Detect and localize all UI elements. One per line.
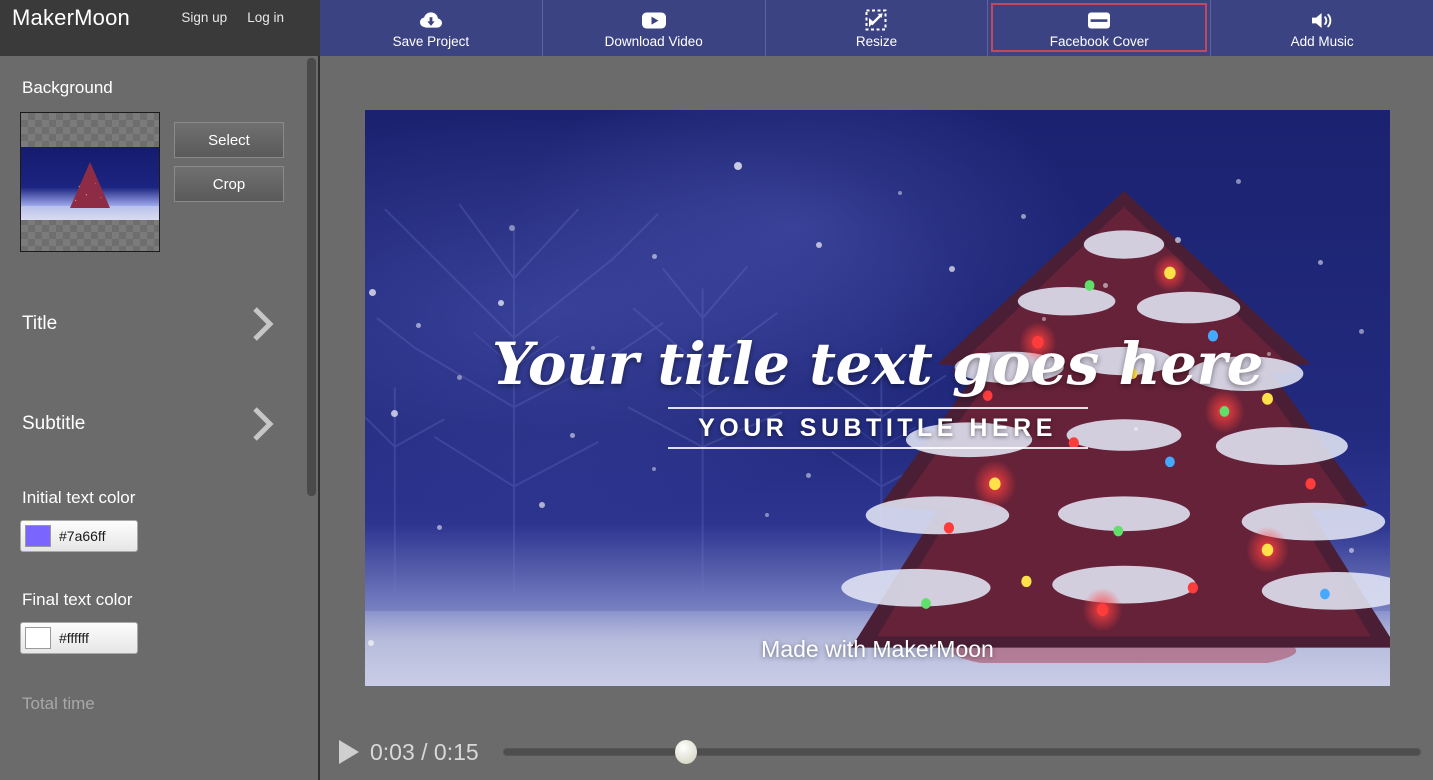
speaker-volume-icon — [1309, 9, 1335, 31]
seek-bar[interactable] — [502, 739, 1421, 765]
player-controls: 0:03 / 0:15 — [322, 724, 1433, 780]
sign-up-link[interactable]: Sign up — [181, 10, 227, 25]
sidebar-scrollbar-thumb[interactable] — [307, 58, 316, 496]
chevron-right-icon — [250, 304, 276, 344]
toolbar-label-save-project: Save Project — [392, 34, 470, 49]
seek-thumb[interactable] — [675, 740, 698, 764]
toolbar-item-facebook-cover[interactable]: Facebook Cover — [988, 0, 1212, 56]
brand-bar: MakerMoon Sign up Log in — [0, 0, 320, 56]
toolbar-label-resize: Resize — [855, 34, 898, 49]
final-text-color-label: Final text color — [22, 590, 133, 609]
sidebar-row-subtitle[interactable]: Subtitle — [22, 394, 276, 454]
time-display: 0:03 / 0:15 — [370, 738, 479, 765]
youtube-play-icon — [641, 9, 667, 31]
play-button[interactable] — [336, 738, 362, 766]
final-color-swatch[interactable] — [25, 627, 51, 649]
sidebar-label-title: Title — [22, 313, 58, 334]
crop-background-button[interactable]: Crop — [174, 166, 284, 202]
toolbar-item-resize[interactable]: Resize — [766, 0, 989, 56]
settings-sidebar: Background Select Crop Title Subtitle In… — [0, 56, 320, 780]
toolbar-label-add-music: Add Music — [1290, 34, 1354, 49]
select-background-button[interactable]: Select — [174, 122, 284, 158]
seek-track[interactable] — [502, 748, 1421, 756]
total-time-label: Total time — [22, 694, 95, 713]
sidebar-scrollbar[interactable] — [307, 56, 316, 780]
toolbar-item-add-music[interactable]: Add Music — [1211, 0, 1433, 56]
toolbar-label-download-video: Download Video — [604, 34, 703, 49]
preview-area: Your title text goes here YOUR SUBTITLE … — [322, 56, 1433, 780]
initial-color-swatch[interactable] — [25, 525, 51, 547]
video-preview-canvas[interactable]: Your title text goes here YOUR SUBTITLE … — [365, 110, 1390, 686]
sidebar-divider — [318, 56, 320, 780]
sidebar-label-subtitle: Subtitle — [22, 413, 86, 434]
initial-text-color-field[interactable]: #7a66ff — [20, 520, 138, 552]
final-text-color-field[interactable]: #ffffff — [20, 622, 138, 654]
sidebar-content: Background Select Crop Title Subtitle In… — [0, 78, 320, 714]
main-toolbar: Save Project Download Video Resize Faceb… — [320, 0, 1433, 56]
log-in-link[interactable]: Log in — [247, 10, 284, 25]
christmas-tree-image — [840, 190, 1390, 663]
background-controls-row: Select Crop — [20, 112, 320, 252]
resize-arrow-icon — [865, 9, 887, 31]
thumbnail-snow-ground — [21, 206, 159, 220]
toolbar-item-save-project[interactable]: Save Project — [320, 0, 543, 56]
toolbar-label-facebook-cover: Facebook Cover — [1049, 34, 1149, 49]
background-thumbnail-image — [21, 147, 159, 220]
app-root: MakerMoon Sign up Log in Save Project Do… — [0, 0, 1433, 780]
background-section-heading: Background — [22, 78, 113, 97]
background-thumbnail[interactable] — [20, 112, 160, 252]
initial-color-value: #7a66ff — [59, 528, 106, 544]
cover-layout-icon — [1087, 9, 1111, 31]
toolbar-item-download-video[interactable]: Download Video — [543, 0, 766, 56]
chevron-right-icon — [250, 404, 276, 444]
app-logo: MakerMoon — [12, 5, 130, 30]
final-color-value: #ffffff — [59, 630, 89, 646]
sidebar-row-title[interactable]: Title — [22, 294, 276, 354]
background-buttons: Select Crop — [174, 112, 284, 252]
cloud-download-icon — [419, 9, 443, 31]
thumbnail-christmas-tree-icon — [70, 162, 110, 208]
account-links: Sign up Log in — [181, 10, 284, 25]
initial-text-color-label: Initial text color — [22, 488, 136, 507]
